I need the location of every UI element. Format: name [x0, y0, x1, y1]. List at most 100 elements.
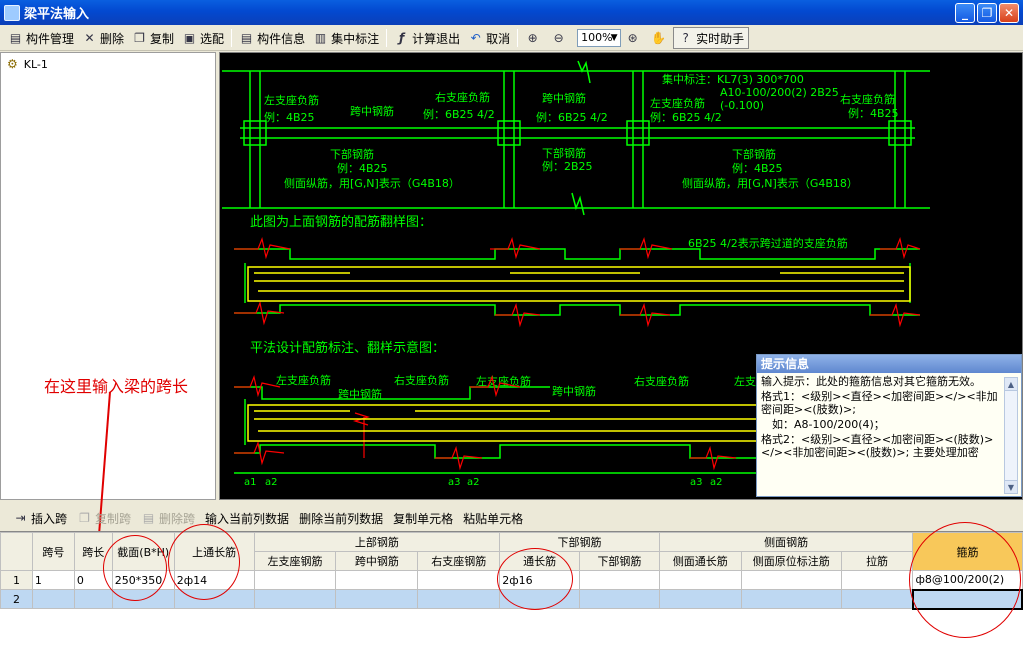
- header-bottom[interactable]: 下部钢筋: [579, 551, 660, 571]
- header-side-original[interactable]: 侧面原位标注筋: [740, 551, 842, 571]
- header-right-support[interactable]: 右支座钢筋: [417, 551, 501, 571]
- cad-side-rebar-label: 侧面纵筋，用[G,N]表示（G4B18）: [284, 176, 460, 190]
- header-span-no[interactable]: 跨号: [31, 532, 75, 571]
- dim-a3: a3: [690, 477, 703, 488]
- flat-break-marks: [234, 374, 737, 471]
- paste-cell-button[interactable]: 粘贴单元格: [458, 507, 528, 529]
- calculate-exit-button[interactable]: ƒ 计算退出: [390, 27, 464, 49]
- cell-right-support[interactable]: [417, 589, 501, 609]
- cad-side-rebar-label: 侧面纵筋，用[G,N]表示（G4B18）: [682, 176, 858, 190]
- column-box: [243, 120, 267, 146]
- upper-break-marks: [234, 236, 921, 328]
- row-number[interactable]: 2: [0, 589, 33, 609]
- cell-side-original[interactable]: [740, 589, 842, 609]
- cell-left-support[interactable]: [253, 570, 337, 590]
- cell-side-through[interactable]: [658, 589, 742, 609]
- component-manage-button[interactable]: ▤ 构件管理: [4, 27, 78, 49]
- delete-button[interactable]: ✕ 删除: [78, 27, 128, 49]
- zoom-out-button[interactable]: ⊖: [547, 27, 573, 49]
- cad-right-support-label: 右支座负筋: [394, 373, 449, 387]
- select-button[interactable]: ▣ 选配: [178, 27, 228, 49]
- cell-bottom[interactable]: [579, 570, 660, 590]
- scroll-down-icon[interactable]: ▼: [1005, 480, 1017, 493]
- zoom-fit-button[interactable]: ⊛: [621, 27, 647, 49]
- delete-current-column-button[interactable]: 删除当前列数据: [294, 507, 388, 529]
- undo-button[interactable]: ↶ 取消: [464, 27, 514, 49]
- zoom-select[interactable]: 100% ▼: [577, 29, 622, 47]
- maximize-button[interactable]: ❐: [977, 3, 997, 23]
- cell-tie[interactable]: [840, 589, 914, 609]
- copy-span-icon: ❐: [79, 510, 90, 525]
- row-header-corner: [0, 532, 33, 571]
- select-label: 选配: [200, 31, 225, 46]
- tree-node-kl1[interactable]: ⚙ KL-1: [7, 57, 48, 71]
- flat-layout-green: [234, 386, 760, 474]
- cell-mid[interactable]: [335, 589, 419, 609]
- cell-mid[interactable]: [335, 570, 419, 590]
- header-mid[interactable]: 跨中钢筋: [335, 551, 419, 571]
- support-note: 6B25 4/2表示跨过道的支座负筋: [688, 236, 848, 250]
- minimize-button[interactable]: _: [955, 3, 975, 23]
- cad-example-label: 例：6B25 4/2: [650, 110, 722, 124]
- close-button[interactable]: ✕: [999, 3, 1019, 23]
- highlight-circle-stirrup: [909, 522, 1021, 638]
- hand-icon: ✋: [651, 30, 667, 45]
- cad-mid-rebar-label: 跨中钢筋: [542, 91, 586, 105]
- cell-bottom[interactable]: [579, 589, 660, 609]
- cell-span-length[interactable]: [73, 589, 113, 609]
- cad-bottom-rebar-label: 下部钢筋: [732, 147, 776, 161]
- cad-left-support-label: 左支座负筋: [650, 96, 705, 110]
- realtime-helper-button[interactable]: ? 实时助手: [673, 27, 750, 49]
- cell-span-no[interactable]: [31, 589, 75, 609]
- window-title: 梁平法输入: [24, 7, 90, 22]
- flat-top-rebar: [234, 386, 550, 400]
- yellow-stirrup-box: [247, 266, 911, 302]
- header-left-support[interactable]: 左支座钢筋: [253, 551, 337, 571]
- tip-panel: 提示信息 输入提示：此处的箍筋信息对其它箍筋无效。 格式1：<级别><直径><加…: [756, 354, 1022, 497]
- title-bar: 梁平法输入 _ ❐ ✕: [0, 0, 1023, 25]
- break-mark: [234, 236, 291, 260]
- cad-example-label: 例：6B25 4/2: [536, 110, 608, 124]
- zoom-in-icon: ⊕: [527, 30, 538, 45]
- break-symbol: [577, 60, 591, 84]
- header-group-side: 侧面钢筋: [658, 532, 914, 552]
- highlight-circle-bottom-through: [497, 548, 573, 610]
- cell-left-support[interactable]: [253, 589, 337, 609]
- row-number[interactable]: 1: [0, 570, 33, 590]
- delete-current-column-label: 删除当前列数据: [299, 511, 384, 526]
- copy-cell-button[interactable]: 复制单元格: [388, 507, 458, 529]
- header-side-through[interactable]: 侧面通长筋: [658, 551, 742, 571]
- cad-right-support-label: 右支座负筋: [840, 92, 895, 106]
- cad-left-support-label: 左支座负筋: [264, 93, 319, 107]
- gear-icon: ⚙: [7, 57, 18, 71]
- copy-label: 复制: [150, 31, 175, 46]
- centralized-label-label: 集中标注: [331, 31, 380, 46]
- tip-line: 输入提示：此处的箍筋信息对其它箍筋无效。: [761, 375, 981, 388]
- cell-side-original[interactable]: [740, 570, 842, 590]
- cell-right-support[interactable]: [417, 570, 501, 590]
- insert-span-button[interactable]: ⇥ 插入跨: [8, 507, 72, 529]
- component-info-button[interactable]: ▤ 构件信息: [235, 27, 309, 49]
- copy-button[interactable]: ❐ 复制: [128, 27, 178, 49]
- copy-span-label: 复制跨: [95, 511, 132, 526]
- zoom-in-button[interactable]: ⊕: [521, 27, 547, 49]
- cell-tie[interactable]: [840, 570, 914, 590]
- header-tie[interactable]: 拉筋: [840, 551, 914, 571]
- upper-bottom-rebar: [234, 304, 920, 316]
- flat-design-title: 平法设计配筋标注、翻样示意图：: [250, 340, 445, 356]
- delete-label: 删除: [100, 31, 125, 46]
- scroll-up-icon[interactable]: ▲: [1005, 378, 1017, 391]
- plan-view: [222, 60, 930, 216]
- undo-icon: ↶: [470, 30, 481, 45]
- dim-a3: a3: [448, 477, 461, 488]
- pan-button[interactable]: ✋: [647, 27, 673, 49]
- cad-left-support-label: 左支座负筋: [276, 373, 331, 387]
- cad-central-label: A10-100/200(2) 2B25: [720, 86, 839, 99]
- column-box: [626, 120, 650, 146]
- centralized-label-button[interactable]: ▥ 集中标注: [309, 27, 383, 49]
- cell-side-through[interactable]: [658, 570, 742, 590]
- copy-span-button[interactable]: ❐ 复制跨: [72, 507, 136, 529]
- zoom-out-icon: ⊖: [553, 30, 564, 45]
- tip-scrollbar[interactable]: ▲ ▼: [1004, 377, 1018, 494]
- cell-span-no[interactable]: 1: [31, 570, 75, 590]
